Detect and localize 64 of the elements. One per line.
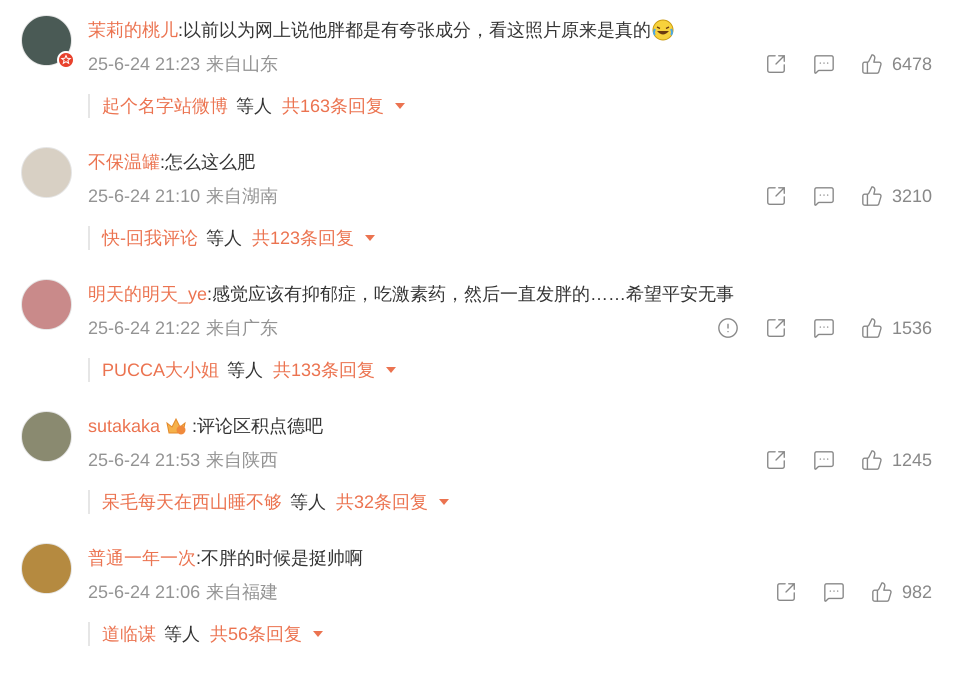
comment-text: :以前以为网上说他胖都是有夸张成分，看这照片原来是真的 [178, 19, 652, 42]
username[interactable]: 茉莉的桃儿 [88, 18, 178, 42]
avatar[interactable] [21, 411, 72, 462]
reply-username[interactable]: 起个名字站微博 [102, 92, 228, 120]
reply-count-link[interactable]: 共56条回复 [210, 620, 324, 648]
username[interactable]: sutakaka [88, 414, 160, 438]
location: 来自山东 [206, 52, 278, 76]
report-icon[interactable] [716, 317, 739, 339]
comment-text: :怎么这么肥 [160, 151, 256, 174]
like-icon[interactable] [860, 185, 883, 207]
caret-icon [438, 498, 450, 506]
reply-count-link[interactable]: 共123条回复 [252, 224, 376, 252]
caret-icon [364, 234, 376, 242]
reply-others-label: 等人 [227, 358, 264, 382]
reply-username[interactable]: 快-回我评论 [102, 224, 198, 252]
like-icon[interactable] [870, 581, 893, 603]
reply-count-link[interactable]: 共32条回复 [336, 488, 450, 516]
timestamp: 25-6-24 21:22 [88, 316, 200, 340]
reply-others-label: 等人 [164, 622, 200, 646]
like-icon[interactable] [860, 53, 883, 75]
avatar[interactable] [21, 543, 72, 594]
comment-text: :不胖的时候是挺帅啊 [196, 547, 364, 570]
location: 来自湖南 [206, 184, 278, 208]
reply-username[interactable]: 道临谋 [102, 620, 156, 648]
share-icon[interactable] [764, 317, 787, 339]
avatar[interactable] [21, 15, 72, 66]
like-count: 1536 [892, 316, 932, 340]
timestamp: 25-6-24 21:53 [88, 448, 200, 472]
comment-icon[interactable] [822, 581, 845, 603]
share-icon[interactable] [764, 449, 787, 471]
comment-icon[interactable] [812, 53, 835, 75]
comment-text: :感觉应该有抑郁症，吃激素药，然后一直发胖的……希望平安无事 [207, 283, 734, 306]
comment-icon[interactable] [812, 185, 835, 207]
comment-text: :评论区积点德吧 [192, 415, 324, 438]
like-count: 982 [902, 580, 932, 604]
like-icon[interactable] [860, 449, 883, 471]
reply-username[interactable]: PUCCA大小姐 [102, 356, 220, 384]
like-count: 3210 [892, 184, 932, 208]
like-icon[interactable] [860, 317, 883, 339]
reply-username[interactable]: 呆毛每天在西山睡不够 [102, 488, 282, 516]
username[interactable]: 明天的明天_ye [88, 282, 208, 306]
like-count: 1245 [892, 448, 932, 472]
caret-icon [394, 102, 406, 110]
timestamp: 25-6-24 21:23 [88, 52, 200, 76]
location: 来自福建 [206, 580, 278, 604]
caret-icon [312, 630, 324, 638]
username[interactable]: 普通一年一次 [88, 546, 196, 570]
location: 来自广东 [206, 316, 278, 340]
share-icon[interactable] [774, 581, 797, 603]
reply-count-link[interactable]: 共163条回复 [282, 92, 406, 120]
share-icon[interactable] [764, 53, 787, 75]
location: 来自陕西 [206, 448, 278, 472]
reply-others-label: 等人 [236, 94, 272, 118]
comment-icon[interactable] [812, 449, 835, 471]
reply-others-label: 等人 [206, 226, 242, 250]
reply-others-label: 等人 [290, 490, 326, 514]
comment-icon[interactable] [812, 317, 835, 339]
timestamp: 25-6-24 21:10 [88, 184, 200, 208]
username[interactable]: 不保温罐 [88, 150, 160, 174]
share-icon[interactable] [764, 185, 787, 207]
caret-icon [385, 366, 398, 374]
like-count: 6478 [892, 52, 932, 76]
timestamp: 25-6-24 21:06 [88, 580, 200, 604]
reply-count-link[interactable]: 共133条回复 [273, 356, 398, 384]
